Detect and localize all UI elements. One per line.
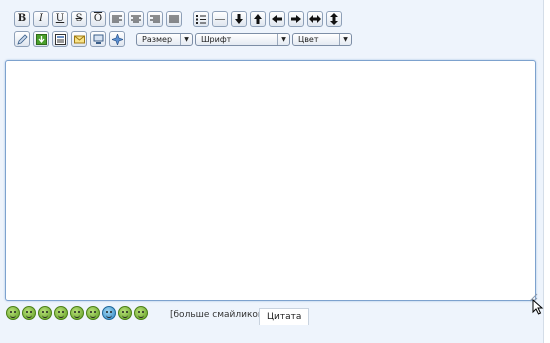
mouse-cursor-icon — [532, 299, 544, 315]
arrow-down-button[interactable] — [231, 11, 247, 27]
align-center-icon — [131, 15, 141, 22]
font-family-select-label: Шрифт — [201, 34, 232, 44]
horizontal-rule-icon — [215, 18, 225, 20]
font-color-select-label: Цвет — [298, 34, 319, 44]
insert-code-button[interactable] — [90, 31, 106, 47]
arrow-up-button[interactable] — [250, 11, 266, 27]
list-icon — [196, 14, 206, 24]
pencil-link-icon — [16, 33, 28, 45]
arrow-horizontal-icon — [309, 15, 321, 23]
panel-border — [543, 0, 544, 343]
arrow-right-button[interactable] — [288, 11, 304, 27]
insert-link-button[interactable] — [14, 31, 30, 47]
smiley-cool-icon[interactable] — [86, 306, 100, 320]
chevron-down-icon: ▼ — [180, 33, 192, 45]
arrow-left-icon — [272, 15, 282, 23]
arrow-vertical-button[interactable] — [326, 11, 342, 27]
envelope-icon — [73, 35, 85, 43]
more-smileys-link[interactable]: [больше смайликов] — [170, 310, 267, 320]
strike-glyph: S — [75, 13, 83, 24]
arrow-up-icon — [254, 14, 262, 24]
image-download-icon — [35, 33, 47, 45]
overline-glyph: O — [93, 13, 103, 24]
chevron-down-icon: ▼ — [277, 33, 289, 45]
bold-glyph: B — [17, 13, 27, 24]
quote-button[interactable]: Цитата — [259, 308, 310, 325]
toolbar-row-insert: Размер ▼ Шрифт ▼ Цвет ▼ — [14, 31, 354, 47]
font-family-select[interactable]: Шрифт ▼ — [195, 32, 290, 46]
chevron-down-icon: ▼ — [339, 33, 351, 45]
smiley-laugh-icon[interactable] — [38, 306, 52, 320]
message-textarea[interactable] — [5, 60, 536, 301]
smiley-wink-icon[interactable] — [22, 306, 36, 320]
arrow-right-icon — [291, 15, 301, 23]
smiley-big-grin-icon[interactable] — [70, 306, 84, 320]
align-left-icon — [112, 15, 122, 22]
strikethrough-button[interactable]: S — [71, 11, 87, 27]
insert-image-button[interactable] — [33, 31, 49, 47]
underline-glyph: U — [55, 13, 65, 24]
insert-table-button[interactable] — [52, 31, 68, 47]
smiley-neutral-icon[interactable] — [54, 306, 68, 320]
insert-email-button[interactable] — [71, 31, 87, 47]
font-size-select-label: Размер — [142, 34, 173, 44]
smiley-sad-icon[interactable] — [118, 306, 132, 320]
insert-special-button[interactable] — [109, 31, 125, 47]
align-right-button[interactable] — [147, 11, 163, 27]
align-justify-icon — [169, 15, 179, 22]
table-icon — [54, 33, 66, 45]
font-size-select[interactable]: Размер ▼ — [136, 32, 193, 46]
overline-button[interactable]: O — [90, 11, 106, 27]
list-button[interactable] — [193, 11, 209, 27]
smiley-smile-icon[interactable] — [6, 306, 20, 320]
underline-button[interactable]: U — [52, 11, 68, 27]
arrow-down-icon — [235, 14, 243, 24]
italic-button[interactable]: I — [33, 11, 49, 27]
compass-icon — [111, 33, 123, 45]
smiley-angry-icon[interactable] — [134, 306, 148, 320]
smiley-question-icon[interactable] — [102, 306, 116, 320]
smiley-bar — [6, 306, 150, 320]
italic-glyph: I — [39, 13, 43, 24]
align-center-button[interactable] — [128, 11, 144, 27]
font-color-select[interactable]: Цвет ▼ — [292, 32, 352, 46]
horizontal-rule-button[interactable] — [212, 11, 228, 27]
arrow-vertical-icon — [330, 13, 338, 25]
bold-button[interactable]: B — [14, 11, 30, 27]
align-right-icon — [150, 15, 160, 22]
align-left-button[interactable] — [109, 11, 125, 27]
toolbar-row-formatting: B I U S O — [14, 11, 345, 27]
arrow-horizontal-button[interactable] — [307, 11, 323, 27]
align-justify-button[interactable] — [166, 11, 182, 27]
monitor-icon — [93, 34, 103, 44]
arrow-left-button[interactable] — [269, 11, 285, 27]
